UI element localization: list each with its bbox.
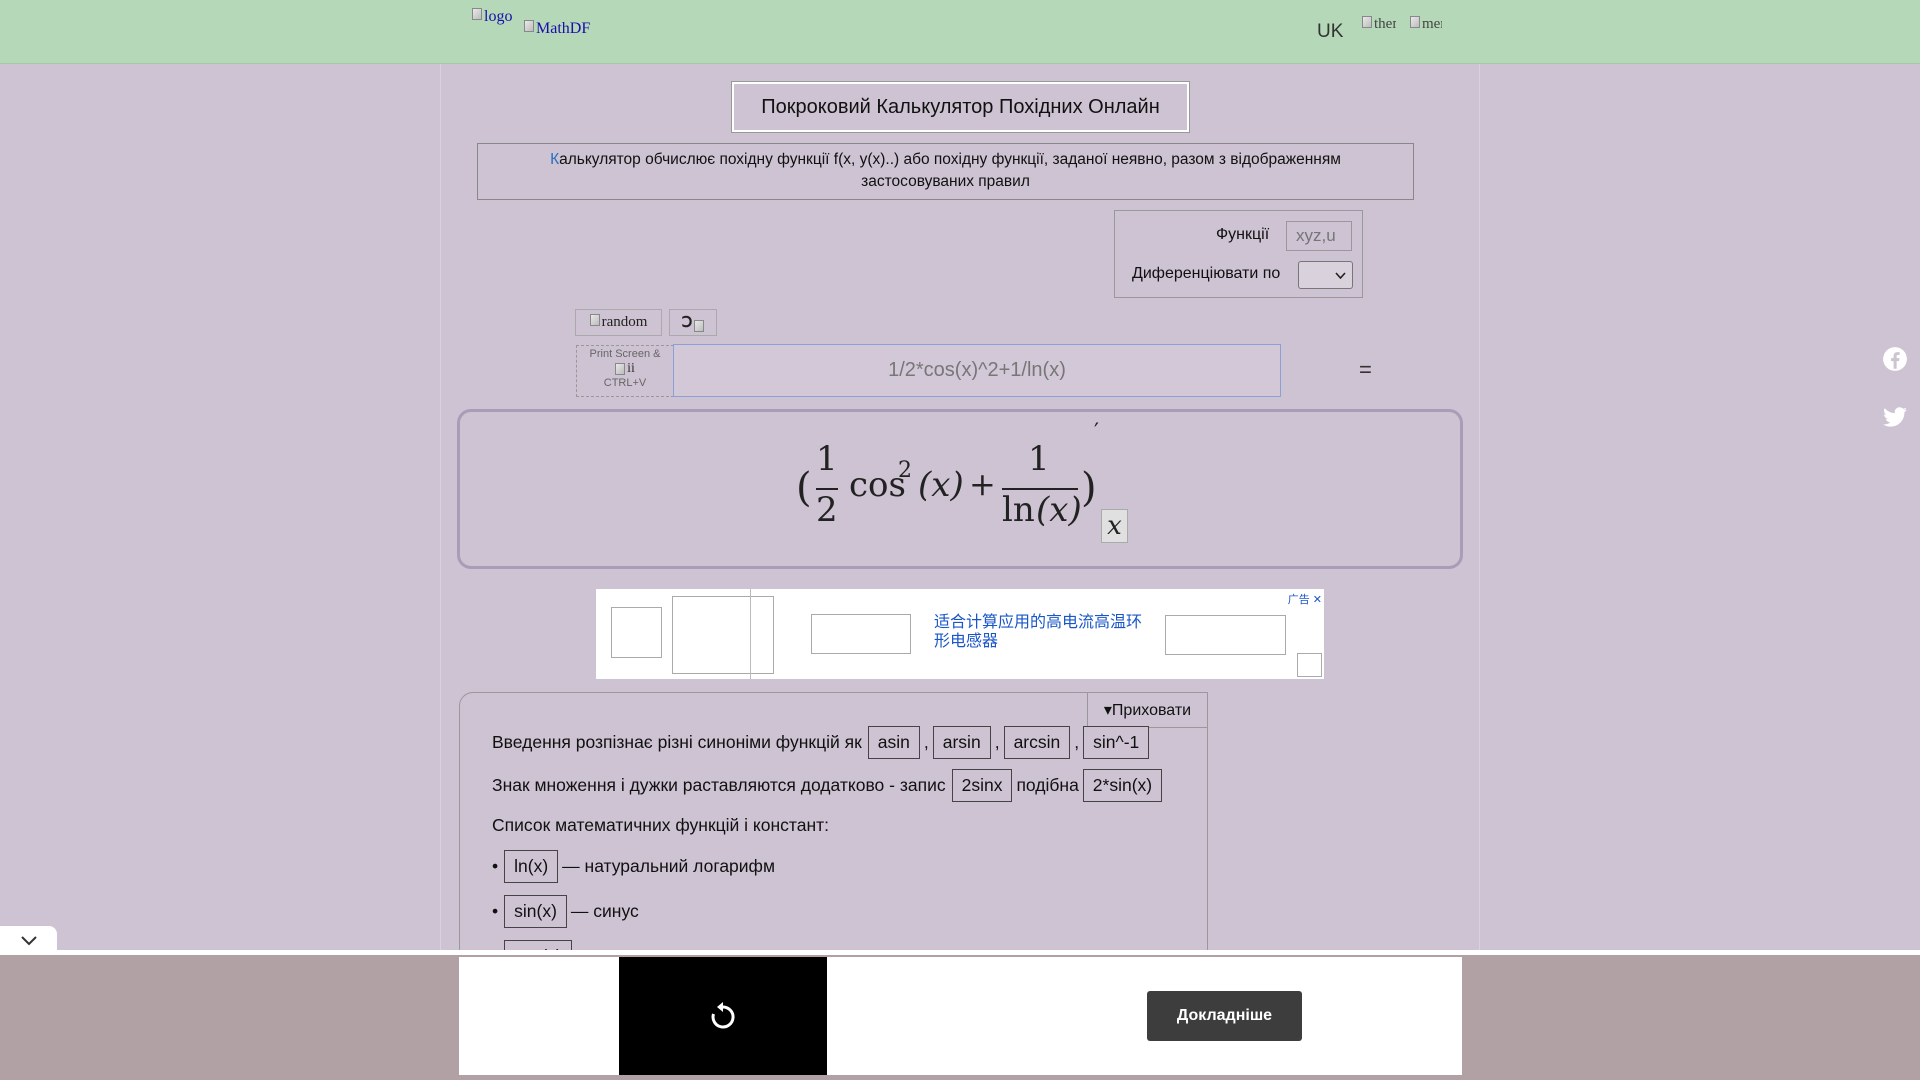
function-chip[interactable]: sin(x): [504, 895, 567, 928]
ad-text[interactable]: 适合计算应用的高电流高温环形电感器: [934, 613, 1144, 651]
multiplication-line: Знак множення і дужки раставляются додат…: [492, 769, 1166, 802]
functions-input[interactable]: [1286, 221, 1352, 251]
logo-image[interactable]: logo: [472, 8, 512, 26]
column-guide-left: [440, 0, 441, 1080]
formula-ln: ln: [1002, 490, 1035, 530]
list-item: • ln(x) — натуральний логарифм: [492, 850, 775, 883]
formula-arg1: (x): [918, 465, 964, 505]
description-first-letter: К: [550, 151, 560, 168]
formula-preview: ( 1 2 cos 2 (x) + 1 ln (x) ) ′ x: [457, 409, 1463, 569]
learn-more-button[interactable]: Докладніше: [1147, 991, 1302, 1041]
formula-num1: 1: [816, 439, 838, 479]
ad-image-2: [672, 596, 774, 674]
theme-alt-text: theme: [1374, 16, 1396, 32]
ad-video[interactable]: [619, 957, 827, 1075]
menu-alt-text: menu: [1422, 16, 1442, 32]
function-description: — натуральний логарифм: [562, 856, 775, 876]
ad-image-4: [1165, 615, 1286, 655]
description-box: Калькулятор обчислює похідну функції f(x…: [477, 143, 1414, 200]
options-panel: Функції Диференціювати по: [1114, 210, 1363, 298]
formula-exponent: 2: [898, 458, 912, 483]
brand-alt-text: MathDF: [536, 20, 591, 37]
multiplication-text: Знак множення і дужки раставляются додат…: [492, 775, 946, 795]
calculate-button[interactable]: =: [1359, 357, 1372, 383]
formula-num2: 1: [1028, 439, 1050, 479]
function-description: — синус: [570, 901, 639, 921]
ad-image-3: [811, 614, 911, 654]
functions-list-title: Список математичних функцій і констант:: [492, 815, 830, 835]
synonyms-line: Введення розпізнає різні синоніми функці…: [492, 726, 1153, 759]
multiplication-mid-text: подібна: [1016, 775, 1079, 795]
random-alt-text: random: [601, 314, 648, 330]
paste-hint-top: Print Screen &: [589, 348, 661, 360]
formula-close-paren: ): [1081, 465, 1097, 511]
synonym-chip[interactable]: arcsin: [1003, 726, 1071, 759]
collapse-ad-button[interactable]: [0, 926, 57, 955]
ad-image-5: [1297, 653, 1322, 677]
language-switcher[interactable]: UK: [1317, 21, 1343, 43]
theme-icon[interactable]: theme: [1362, 16, 1396, 50]
ad-image-1: [611, 607, 662, 658]
column-guide-right: [1479, 0, 1480, 1080]
bottom-ad[interactable]: [459, 957, 1462, 1075]
list-bullet: •: [492, 901, 499, 921]
list-bullet: •: [492, 856, 499, 876]
brand-link[interactable]: MathDF: [524, 20, 590, 38]
synonym-chip[interactable]: arsin: [932, 726, 991, 759]
undo-button[interactable]: Ↄ: [669, 309, 717, 336]
formula-prime: ′: [1094, 420, 1099, 445]
facebook-icon[interactable]: [1882, 346, 1908, 372]
description-text: алькулятор обчислює похідну функції f(x,…: [559, 151, 1341, 190]
formula-variable[interactable]: x: [1101, 509, 1128, 543]
formula-den1: 2: [816, 490, 838, 530]
synonyms-text: Введення розпізнає різні синоніми функці…: [492, 732, 862, 752]
differentiate-label: Диференціювати по: [1132, 265, 1281, 282]
random-button[interactable]: random: [575, 309, 662, 336]
example-result-chip[interactable]: 2*sin(x): [1082, 769, 1163, 802]
function-chip[interactable]: ln(x): [504, 850, 559, 883]
example-chip[interactable]: 2sinx: [951, 769, 1013, 802]
site-header: logo MathDF UK theme menu: [0, 0, 1920, 64]
paste-image-area[interactable]: Print Screen & ii CTRL+V: [576, 345, 674, 397]
list-item: • sin(x) — синус: [492, 895, 639, 928]
twitter-icon[interactable]: [1882, 404, 1908, 430]
menu-icon[interactable]: menu: [1410, 16, 1442, 50]
functions-label: Функції: [1216, 226, 1270, 243]
expression-input[interactable]: 1/2*cos(x)^2+1/ln(x): [673, 344, 1281, 397]
synonym-chip[interactable]: asin: [867, 726, 920, 759]
formula-arg2: (x): [1036, 490, 1082, 530]
logo-alt-text: logo: [484, 8, 513, 25]
random-icon: random: [589, 314, 648, 331]
undo-icon: Ↄ: [681, 315, 693, 331]
hide-help-button[interactable]: ▾Приховати: [1087, 692, 1208, 728]
differentiate-select[interactable]: [1298, 261, 1353, 289]
image-icon: ii: [577, 360, 673, 377]
undo-image-icon: [694, 319, 705, 332]
ad-divider: [750, 589, 751, 679]
formula-open-paren: (: [796, 465, 812, 511]
paste-hint-bottom: CTRL+V: [603, 377, 647, 389]
page-title: Покроковий Калькулятор Похідних Онлайн: [731, 81, 1190, 133]
synonym-chip[interactable]: sin^-1: [1083, 726, 1150, 759]
advertisement[interactable]: 适合计算应用的高电流高温环形电感器 广告 ✕: [596, 589, 1324, 679]
replay-icon: [711, 1002, 735, 1029]
chevron-down-icon: [1335, 271, 1346, 279]
formula-plus: +: [969, 465, 996, 503]
chevron-down-icon: [20, 935, 37, 945]
ad-choices-icon[interactable]: 广告 ✕: [1288, 591, 1322, 607]
